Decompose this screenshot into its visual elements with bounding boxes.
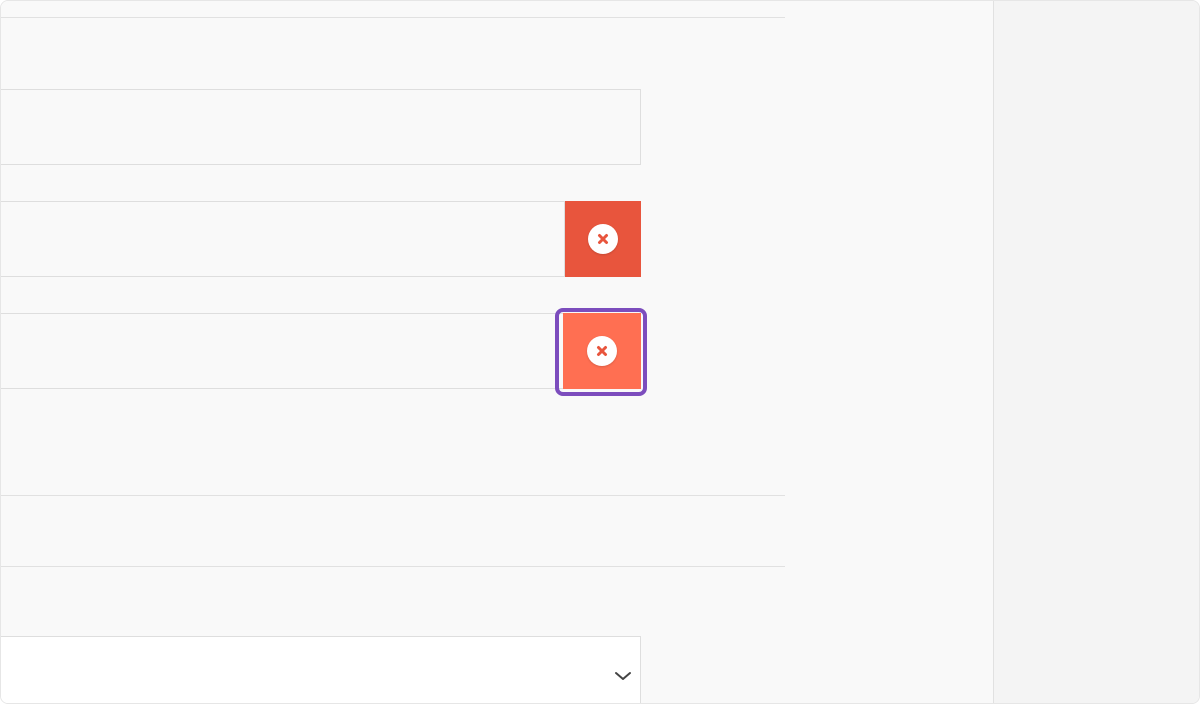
text-field[interactable] [1,89,641,165]
app-window [0,0,1200,704]
chevron-down-icon [614,668,632,686]
text-field-input[interactable] [1,202,564,276]
divider [1,495,785,496]
close-circle-icon [588,224,618,254]
right-sidebar [993,1,1199,703]
close-circle-icon [587,336,617,366]
text-field-input[interactable] [1,314,564,388]
text-field[interactable] [1,201,565,277]
divider [1,566,785,567]
remove-field-button-focused[interactable] [563,313,641,389]
divider [1,17,785,18]
remove-field-button[interactable] [565,201,641,277]
text-field-input[interactable] [1,90,640,164]
form-panel [1,1,993,703]
dropdown-select[interactable] [1,636,641,703]
text-field[interactable] [1,313,565,389]
